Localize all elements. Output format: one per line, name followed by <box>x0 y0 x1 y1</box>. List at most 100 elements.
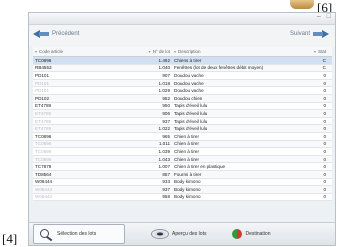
preview-lots-button[interactable]: Aperçu des lots <box>145 225 212 243</box>
table-row[interactable]: TC0896 1.039 Chien à tirer 0 <box>33 148 332 156</box>
header-code[interactable]: ▾ Code article <box>33 49 131 54</box>
cell-desc: Fourmi à tirer <box>174 171 202 177</box>
cell-stat: 0 <box>323 118 326 124</box>
cell-stat: 0 <box>323 133 326 139</box>
cell-code: TC0896 <box>35 57 52 63</box>
select-lots-button[interactable]: Sélection des lots <box>33 224 125 244</box>
table-row[interactable]: PD101 1.018 Doudou vache 0 <box>33 79 332 88</box>
cell-code: PD101 <box>35 72 50 78</box>
cell-num: 937 <box>162 118 170 124</box>
cell-desc: Chien à tirer <box>174 156 200 162</box>
cell-code: TC7878 <box>35 164 52 170</box>
cell-stat: 0 <box>323 186 326 192</box>
table-row[interactable]: W08444 933 Body kimono 0 <box>33 178 332 187</box>
table-row[interactable]: PD101 1.029 Doudou vache 0 <box>33 87 332 95</box>
bottom-toolbar: Sélection des lots Aperçu des lots Desti… <box>29 222 335 245</box>
cell-num: 950 <box>162 103 170 109</box>
cell-desc: Doudou vache <box>174 72 204 78</box>
preview-lots-label: Aperçu des lots <box>172 231 207 237</box>
cell-code: W08444 <box>35 179 53 185</box>
cell-code: ET4789 <box>35 126 52 132</box>
cell-stat: C <box>322 57 326 63</box>
cell-stat: 0 <box>323 179 326 185</box>
cell-desc: Doudou vache <box>174 88 204 94</box>
cell-code: TC0896 <box>35 141 52 147</box>
cell-num: 1.007 <box>158 164 171 170</box>
next-button[interactable]: Suivant <box>290 30 329 38</box>
cell-code: PD101 <box>35 80 50 86</box>
cell-stat: 0 <box>323 88 326 94</box>
cell-num: 1.011 <box>158 141 170 147</box>
preview-icon <box>151 229 169 239</box>
sort-icon: ▾ <box>35 49 38 54</box>
table-row[interactable]: TC0896 1.043 Chien à tirer 0 <box>33 155 332 164</box>
cell-code: PD101 <box>35 88 50 94</box>
cell-desc: Chien à tirer en plastique <box>174 164 226 170</box>
table-row[interactable]: TD8564 857 Fourmi à tirer 0 <box>33 170 332 179</box>
table-row[interactable]: PD101 907 Doudou vache 0 <box>33 72 332 80</box>
callout-bottom: [4] <box>2 231 18 246</box>
previous-button[interactable]: Précédent <box>33 30 79 38</box>
cell-stat: 0 <box>323 148 326 154</box>
navigation-bar: Précédent Suivant <box>29 25 335 47</box>
table-row[interactable]: W08444 958 Body kimono 0 <box>33 193 332 202</box>
table-row[interactable]: TC0896 1.011 Chien à tirer 0 <box>33 140 332 149</box>
table-row[interactable]: RB4553 1.040 Fenêtres (lot de deux fenêtre… <box>33 64 332 73</box>
table-row[interactable]: TC0896 965 Chien à tirer 0 <box>33 132 332 141</box>
cell-code: W08444 <box>35 186 53 192</box>
cell-desc: Tapis d'éveil lulu <box>174 103 208 109</box>
table-row[interactable]: ET4789 1.022 Tapis d'éveil lulu 0 <box>33 125 332 133</box>
cell-desc: Chiens à tirer <box>174 57 202 63</box>
cell-stat: 0 <box>323 171 326 177</box>
cell-num: 958 <box>162 194 170 200</box>
next-label: Suivant <box>289 31 310 37</box>
table-row[interactable]: TC7878 1.007 Chien à tirer en plastique 0 <box>33 163 332 171</box>
table-row[interactable]: ET4789 937 Tapis d'éveil lulu 0 <box>33 117 332 126</box>
cell-stat: 0 <box>323 126 326 132</box>
cell-stat: 0 <box>323 110 326 116</box>
cell-num: 907 <box>162 72 170 78</box>
cell-code: TC0896 <box>35 133 52 139</box>
cell-num: 1.040 <box>158 65 171 71</box>
minimize-icon[interactable]: – <box>317 13 321 20</box>
cell-code: ET4789 <box>35 110 52 116</box>
table-row[interactable]: ET4789 906 Tapis d'éveil lulu 0 <box>33 110 332 118</box>
cell-desc: Chien à tirer <box>174 141 200 147</box>
arrow-right-icon <box>313 30 329 38</box>
sort-icon: ▾ <box>174 49 177 54</box>
cell-desc: Doudou chien <box>174 95 203 101</box>
cell-code: TC0896 <box>35 148 52 154</box>
sort-icon: ▾ <box>313 49 316 54</box>
header-num[interactable]: ▾ N° de lot <box>131 49 173 54</box>
cell-desc: Doudou vache <box>174 80 204 86</box>
header-desc[interactable]: ▾ Description <box>173 49 313 54</box>
sort-icon: ▾ <box>148 49 151 54</box>
lot-selection-window: – □ Précédent Suivant ▾ Code article ▾ N° … <box>28 12 336 246</box>
cell-num: 1.462 <box>158 57 171 63</box>
cell-desc: Body kimono <box>174 179 201 185</box>
cell-desc: Tapis d'éveil lulu <box>174 110 208 116</box>
destination-button[interactable]: Destination <box>226 225 276 243</box>
cell-num: 937 <box>162 186 170 192</box>
cell-num: 857 <box>162 171 170 177</box>
cell-num: 1.022 <box>158 126 171 132</box>
maximize-icon[interactable]: □ <box>327 13 331 20</box>
cell-stat: 0 <box>323 164 326 170</box>
previous-label: Précédent <box>52 31 80 37</box>
table-row[interactable]: PD102 952 Doudou chien 0 <box>33 94 332 103</box>
cell-num: 1.039 <box>158 148 171 154</box>
lots-table: ▾ Code article ▾ N° de lot ▾ Description ▾ S… <box>33 47 332 202</box>
table-row[interactable]: TC0896 1.462 Chiens à tirer C <box>33 57 332 65</box>
cell-desc: Tapis d'éveil lulu <box>174 126 208 132</box>
table-row[interactable]: W08444 937 Body kimono 0 <box>33 186 332 194</box>
cell-stat: 0 <box>323 95 326 101</box>
cell-desc: Body kimono <box>174 194 201 200</box>
hand-cursor-icon <box>290 0 314 9</box>
header-stat[interactable]: ▾ Stat <box>313 49 332 54</box>
cell-stat: 0 <box>323 156 326 162</box>
table-row[interactable]: ET4789 950 Tapis d'éveil lulu 0 <box>33 102 332 111</box>
title-bar: – □ <box>29 13 335 25</box>
cell-num: 1.018 <box>158 80 171 86</box>
cell-code: RB4553 <box>35 65 52 71</box>
destination-label: Destination <box>245 231 271 237</box>
